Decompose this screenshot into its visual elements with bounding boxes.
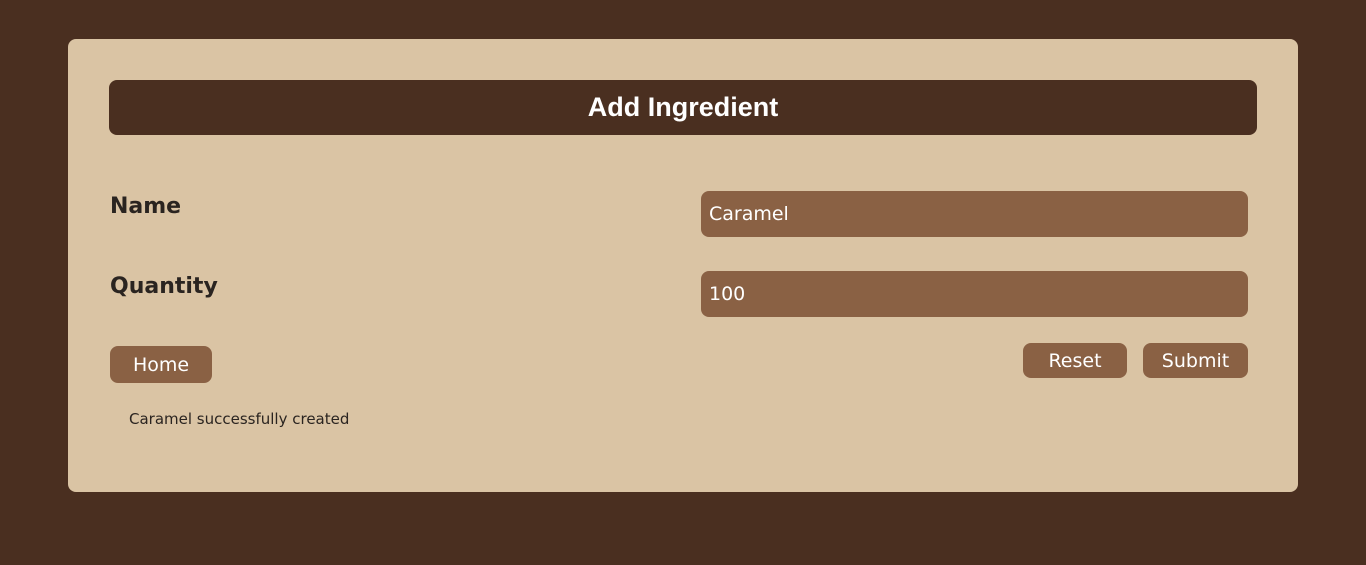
home-button[interactable]: Home: [110, 346, 212, 383]
name-input[interactable]: [701, 191, 1248, 237]
quantity-input[interactable]: [701, 271, 1248, 317]
status-message: Caramel successfully created: [129, 410, 350, 428]
page-title: Add Ingredient: [587, 92, 779, 122]
quantity-label: Quantity: [110, 274, 218, 299]
form-header: Add Ingredient: [109, 80, 1257, 135]
name-label: Name: [110, 194, 182, 219]
reset-button[interactable]: Reset: [1023, 343, 1127, 378]
ingredient-form-card: Add Ingredient Name Quantity Home Reset …: [68, 39, 1298, 492]
submit-button[interactable]: Submit: [1143, 343, 1248, 378]
